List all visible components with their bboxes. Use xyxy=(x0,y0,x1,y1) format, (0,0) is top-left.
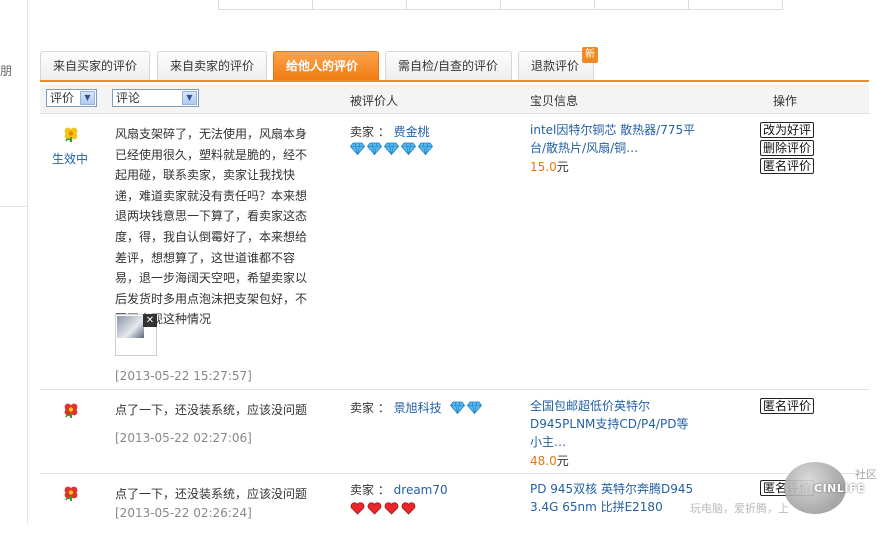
red-flower-icon xyxy=(64,403,78,418)
seller-name-link[interactable]: 费金桃 xyxy=(394,125,430,139)
watermark-slogan: 玩电脑，爱折腾，上 xyxy=(690,502,789,515)
stats-cell xyxy=(688,0,782,9)
seller-credit-badges xyxy=(449,401,482,414)
comment-filter-select[interactable]: 评论 ▼ xyxy=(112,89,199,107)
review-timestamp: [2013-05-22 02:26:24] xyxy=(115,506,252,520)
site-watermark: CINLIFE 社区 玩电脑，爱折腾，上 xyxy=(690,458,887,524)
heart-icon xyxy=(401,502,416,515)
table-row: 点了一下，还没装系统，应该没问题 [2013-05-22 02:27:06] 卖… xyxy=(40,391,869,474)
seller-credit-badges xyxy=(350,142,433,156)
seller-info: 卖家 ： 费金桃 xyxy=(350,123,430,140)
review-comment: 点了一下，还没装系统，应该没问题 xyxy=(115,487,308,501)
diamond-icon xyxy=(449,401,465,414)
stats-cell xyxy=(594,0,688,9)
price-currency: 元 xyxy=(556,160,569,174)
price-value: 15.0 xyxy=(530,160,557,174)
seller-label: 卖家 ： xyxy=(350,125,390,139)
tab-from-sellers[interactable]: 来自卖家的评价 xyxy=(157,51,267,80)
red-flower-icon xyxy=(64,486,78,501)
table-header: 评价 ▼ 评论 ▼ 被评价人 宝贝信息 操作 xyxy=(40,84,869,114)
watermark-brand: CINLIFE xyxy=(814,482,866,495)
review-timestamp: [2013-05-22 15:27:57] xyxy=(115,369,252,383)
divider xyxy=(0,206,28,207)
seller-name-link[interactable]: 景旭科技 xyxy=(394,401,442,415)
stats-cell xyxy=(312,0,406,9)
comment-filter-value: 评论 xyxy=(116,91,141,105)
stats-cell xyxy=(219,0,312,9)
heart-icon xyxy=(350,502,365,515)
diamond-icon xyxy=(418,142,433,155)
diamond-icon xyxy=(367,142,382,155)
product-link[interactable]: intel因特尔铜芯 散热器/775平台/散热片/风扇/铜… xyxy=(530,121,700,157)
diamond-icon xyxy=(466,401,482,414)
product-link[interactable]: PD 945双核 英特尔奔腾D945 3.4G 65nm 比拼E2180 xyxy=(530,480,700,516)
tab-self-check[interactable]: 需自检/自查的评价 xyxy=(385,51,512,80)
delete-review-button[interactable]: 删除评价 xyxy=(760,140,815,156)
rating-filter-value: 评价 xyxy=(50,91,75,105)
product-price: 48.0元 xyxy=(530,452,569,469)
seller-credit-badges xyxy=(350,502,416,516)
diamond-icon xyxy=(384,142,399,155)
anonymous-review-button[interactable]: 匿名评价 xyxy=(760,158,815,174)
tab-given-to-others[interactable]: 给他人的评价 xyxy=(273,51,379,80)
seller-info: 卖家 ： dream70 xyxy=(350,481,448,498)
heart-icon xyxy=(384,502,399,515)
yellow-flower-icon xyxy=(64,127,78,142)
seller-label: 卖家 ： xyxy=(350,401,390,415)
price-value: 48.0 xyxy=(530,454,557,468)
stats-cell xyxy=(500,0,594,9)
column-header-actions: 操作 xyxy=(773,94,798,108)
status-label: 生效中 xyxy=(52,152,89,166)
review-timestamp: [2013-05-22 02:27:06] xyxy=(115,431,252,445)
review-tabs: 来自买家的评价 来自卖家的评价 给他人的评价 需自检/自查的评价 退款评价 新 xyxy=(40,47,869,82)
chevron-down-icon: ▼ xyxy=(182,91,197,105)
watermark-sub: 社区 xyxy=(855,468,877,481)
column-header-item-info: 宝贝信息 xyxy=(530,94,579,108)
review-photo[interactable]: ✕ xyxy=(115,314,157,356)
seller-info: 卖家 ： 景旭科技 xyxy=(350,399,482,416)
chevron-down-icon: ▼ xyxy=(80,91,95,105)
table-row: 生效中 风扇支架碎了，无法使用，风扇本身已经使用很久，塑料就是脆的，经不起用碰，… xyxy=(40,114,869,390)
product-link[interactable]: 全国包邮超低价英特尔D945PLNM支持CD/P4/PD等小主… xyxy=(530,397,700,451)
close-icon[interactable]: ✕ xyxy=(143,314,157,327)
change-to-positive-button[interactable]: 改为好评 xyxy=(760,122,815,138)
photo-thumbnail xyxy=(117,316,144,338)
new-badge: 新 xyxy=(582,47,598,63)
seller-label: 卖家 ： xyxy=(350,483,390,497)
left-sidebar: 朋 xyxy=(0,0,28,524)
diamond-icon xyxy=(401,142,416,155)
seller-name-link[interactable]: dream70 xyxy=(394,483,448,497)
review-comment: 风扇支架碎了，无法使用，风扇本身已经使用很久，塑料就是脆的，经不起用碰，联系卖家… xyxy=(115,127,308,327)
review-comment: 点了一下，还没装系统，应该没问题 xyxy=(115,403,308,417)
sidebar-fragment-text: 朋 xyxy=(0,64,13,78)
stats-table xyxy=(218,0,783,10)
tab-from-buyers[interactable]: 来自买家的评价 xyxy=(40,51,150,80)
column-header-reviewee: 被评价人 xyxy=(350,94,399,108)
stats-cell xyxy=(406,0,500,9)
diamond-icon xyxy=(350,142,365,155)
rating-filter-select[interactable]: 评价 ▼ xyxy=(46,89,97,107)
product-price: 15.0元 xyxy=(530,158,569,175)
heart-icon xyxy=(367,502,382,515)
anonymous-review-button[interactable]: 匿名评价 xyxy=(760,398,815,414)
price-currency: 元 xyxy=(556,454,569,468)
